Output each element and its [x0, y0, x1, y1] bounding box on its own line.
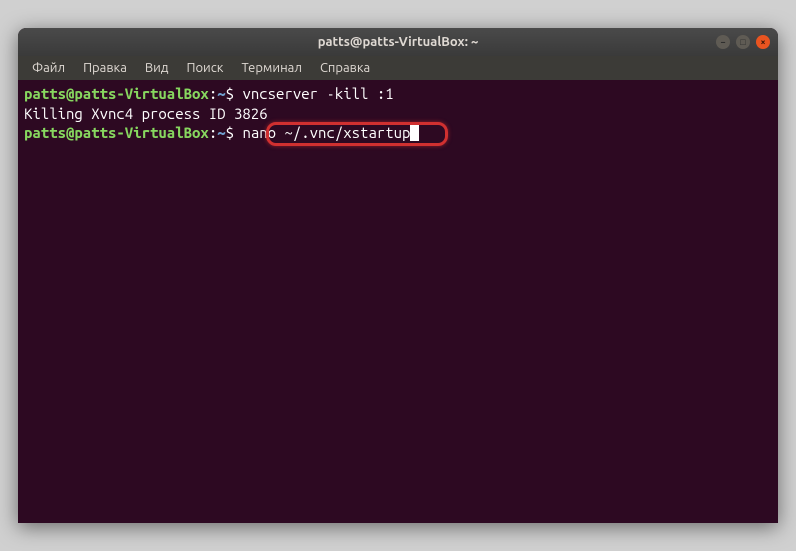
maximize-button[interactable]: □ [736, 35, 750, 49]
command-text: vncserver -kill :1 [242, 85, 393, 102]
close-button[interactable]: × [756, 35, 770, 49]
prompt-dollar: $ [226, 85, 243, 102]
close-icon: × [760, 38, 765, 47]
menu-terminal[interactable]: Терминал [233, 59, 309, 77]
prompt-path: ~ [217, 85, 225, 102]
window-controls: − □ × [716, 35, 770, 49]
titlebar[interactable]: patts@patts-VirtualBox: ~ − □ × [18, 28, 778, 56]
menu-edit[interactable]: Правка [75, 59, 135, 77]
minimize-button[interactable]: − [716, 35, 730, 49]
prompt-path: ~ [217, 124, 225, 141]
menu-help[interactable]: Справка [312, 59, 378, 77]
maximize-icon: □ [740, 38, 745, 47]
prompt-user: patts@patts-VirtualBox [24, 124, 209, 141]
terminal-line: Killing Xvnc4 process ID 3826 [24, 104, 772, 124]
prompt-dollar: $ [226, 124, 243, 141]
menu-file[interactable]: Файл [24, 59, 73, 77]
command-text: nano ~/.vnc/xstartup [242, 124, 410, 141]
terminal-content[interactable]: patts@patts-VirtualBox:~$ vncserver -kil… [18, 80, 778, 523]
terminal-window: patts@patts-VirtualBox: ~ − □ × Файл Пра… [18, 28, 778, 523]
output-text: Killing Xvnc4 process ID 3826 [24, 105, 268, 122]
menubar: Файл Правка Вид Поиск Терминал Справка [18, 56, 778, 80]
cursor [410, 125, 419, 141]
menu-search[interactable]: Поиск [178, 59, 231, 77]
menu-view[interactable]: Вид [137, 59, 177, 77]
terminal-line: patts@patts-VirtualBox:~$ vncserver -kil… [24, 84, 772, 104]
prompt-user: patts@patts-VirtualBox [24, 85, 209, 102]
terminal-line: patts@patts-VirtualBox:~$ nano ~/.vnc/xs… [24, 123, 772, 143]
window-title: patts@patts-VirtualBox: ~ [318, 35, 479, 49]
prompt-colon: : [209, 85, 217, 102]
prompt-colon: : [209, 124, 217, 141]
minimize-icon: − [720, 38, 725, 47]
